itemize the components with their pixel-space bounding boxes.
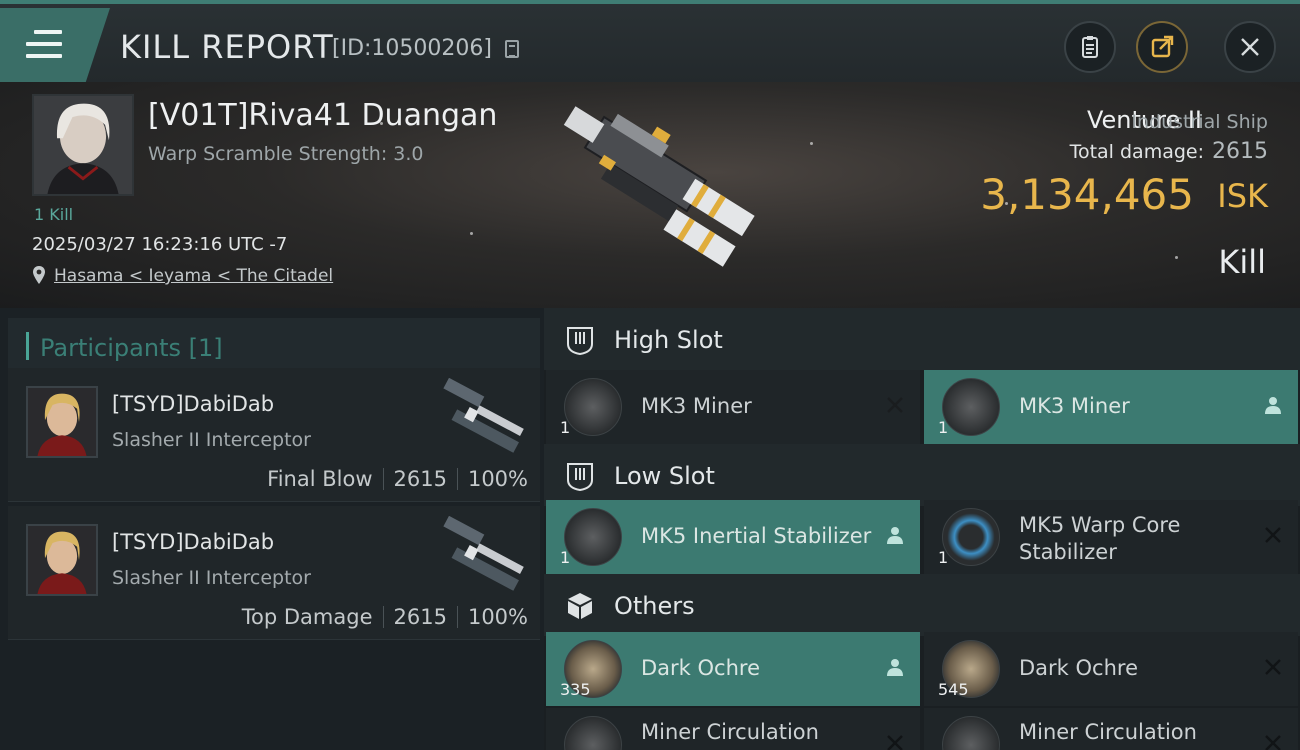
item-name: MK5 Warp Core Stabilizer	[1019, 513, 1181, 564]
item-quantity: 545	[938, 680, 969, 699]
participant-name[interactable]: [TSYD]DabiDab	[112, 392, 274, 416]
dropped-person-icon	[1265, 397, 1281, 414]
share-icon	[1151, 35, 1174, 58]
miner-module-icon	[942, 378, 1000, 436]
fitting-item[interactable]: Miner Circulation	[546, 708, 920, 750]
destroyed-icon	[1265, 659, 1281, 675]
participant-damage: 2615	[393, 605, 447, 629]
participants-title: Participants [1]	[40, 334, 223, 362]
low-slot-header: Low Slot	[544, 444, 1300, 506]
item-name: MK3 Miner	[641, 394, 752, 418]
participant-stats: Top Damage 2615 100%	[242, 605, 528, 629]
circulation-module-icon	[564, 716, 622, 750]
top-bar: KILL REPORT [ID:10500206]	[0, 0, 1300, 82]
location-link[interactable]: Hasama < Ieyama < The Citadel	[54, 266, 333, 286]
item-quantity: 335	[560, 680, 591, 699]
participants-panel: Participants [1] [TSYD]DabiDab Slasher I…	[0, 308, 544, 750]
portrait-image	[34, 96, 132, 194]
item-quantity: 1	[560, 418, 571, 437]
fitting-item[interactable]: 1 MK5 Inertial Stabilizer	[546, 500, 920, 574]
item-name: MK3 Miner	[1019, 394, 1130, 418]
participants-header: Participants [1]	[8, 318, 540, 374]
warp-core-stabilizer-icon	[942, 508, 1000, 566]
participant-avatar[interactable]	[26, 524, 98, 596]
isk-value: 3,134,465	[980, 170, 1194, 219]
victim-avatar[interactable]	[32, 94, 134, 196]
menu-button[interactable]	[0, 8, 110, 82]
high-slot-header: High Slot	[544, 308, 1300, 370]
cube-icon	[568, 593, 592, 619]
victim-ship-image	[563, 106, 755, 267]
fitting-item[interactable]: 335 Dark Ochre	[546, 632, 920, 706]
dropped-person-icon	[887, 659, 903, 676]
copy-icon[interactable]	[505, 40, 519, 58]
item-name: Miner Circulation	[641, 720, 819, 744]
dropped-person-icon	[887, 527, 903, 544]
participant-card[interactable]: [TSYD]DabiDab Slasher II Interceptor Fin…	[8, 368, 540, 502]
isk-label: ISK	[1217, 177, 1268, 215]
clipboard-icon	[1082, 36, 1098, 58]
item-name: Dark Ochre	[1019, 656, 1138, 680]
fitting-panel: High Slot 1 MK3 Miner 1 MK3 Miner Low Sl…	[544, 308, 1300, 750]
participant-stats: Final Blow 2615 100%	[267, 467, 528, 491]
close-icon	[1241, 38, 1259, 56]
fitting-item[interactable]: 545 Dark Ochre	[924, 632, 1298, 706]
victim-ship-class: Industrial Ship	[1131, 111, 1268, 133]
participant-card[interactable]: [TSYD]DabiDab Slasher II Interceptor Top…	[8, 506, 540, 640]
participant-role: Top Damage	[241, 605, 373, 629]
item-quantity: 1	[938, 548, 949, 567]
clipboard-button[interactable]	[1064, 21, 1116, 73]
participant-ship: Slasher II Interceptor	[112, 429, 311, 451]
destroyed-icon	[1265, 735, 1281, 750]
high-slot-label: High Slot	[614, 326, 723, 354]
participant-ship: Slasher II Interceptor	[112, 567, 311, 589]
participant-percent: 100%	[467, 605, 528, 629]
close-button[interactable]	[1224, 21, 1276, 73]
destroyed-icon	[887, 735, 903, 750]
page-title: KILL REPORT	[120, 28, 334, 66]
participant-damage: 2615	[393, 467, 447, 491]
circulation-module-icon	[942, 716, 1000, 750]
item-name: MK5 Inertial Stabilizer	[641, 524, 872, 548]
destroyed-icon	[1265, 527, 1281, 543]
item-name: Miner Circulation	[1019, 720, 1197, 744]
destroyed-icon	[887, 397, 903, 413]
others-header: Others	[544, 574, 1300, 636]
low-slot-icon	[567, 463, 593, 492]
others-label: Others	[614, 592, 695, 620]
low-slot-label: Low Slot	[614, 462, 715, 490]
share-button[interactable]	[1136, 21, 1188, 73]
participant-percent: 100%	[467, 467, 528, 491]
participant-name[interactable]: [TSYD]DabiDab	[112, 530, 274, 554]
warp-scramble-strength: Warp Scramble Strength: 3.0	[148, 143, 424, 165]
fitting-item[interactable]: 1 MK5 Warp Core Stabilizer	[924, 500, 1298, 574]
total-damage-label: Total damage:	[1069, 141, 1204, 163]
participant-ship-image	[443, 516, 524, 591]
kill-count: 1 Kill	[34, 205, 74, 224]
victim-name[interactable]: [V01T]Riva41 Duangan	[148, 98, 497, 133]
participant-role: Final Blow	[267, 467, 373, 491]
high-slot-icon	[567, 327, 593, 356]
fitting-item[interactable]: Miner Circulation	[924, 708, 1298, 750]
report-result: Kill	[1218, 243, 1266, 281]
participant-ship-image	[443, 378, 524, 453]
item-name: Dark Ochre	[641, 656, 760, 680]
fitting-item[interactable]: 1 MK3 Miner	[546, 370, 920, 444]
kill-datetime: 2025/03/27 16:23:16 UTC -7	[32, 234, 288, 255]
inertial-stabilizer-icon	[564, 508, 622, 566]
item-quantity: 1	[560, 548, 571, 567]
report-id: [ID:10500206]	[332, 36, 492, 61]
item-quantity: 1	[938, 418, 949, 437]
menu-icon	[26, 30, 62, 58]
total-damage-value: 2615	[1212, 139, 1268, 164]
location-pin-icon	[33, 266, 45, 284]
miner-module-icon	[564, 378, 622, 436]
fitting-item[interactable]: 1 MK3 Miner	[924, 370, 1298, 444]
participant-avatar[interactable]	[26, 386, 98, 458]
